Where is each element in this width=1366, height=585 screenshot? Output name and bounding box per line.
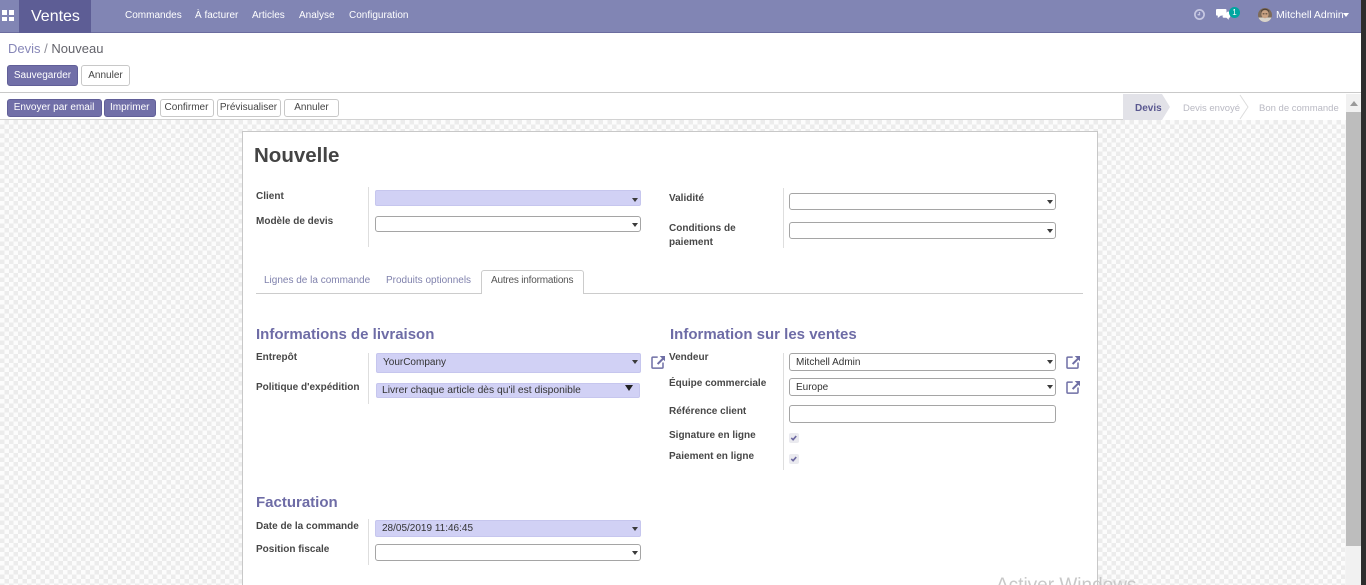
svg-text:Devis: Devis	[1135, 103, 1162, 114]
svg-text:Devis envoyé: Devis envoyé	[1183, 103, 1240, 114]
svg-text:Bon de commande: Bon de commande	[1259, 103, 1339, 114]
